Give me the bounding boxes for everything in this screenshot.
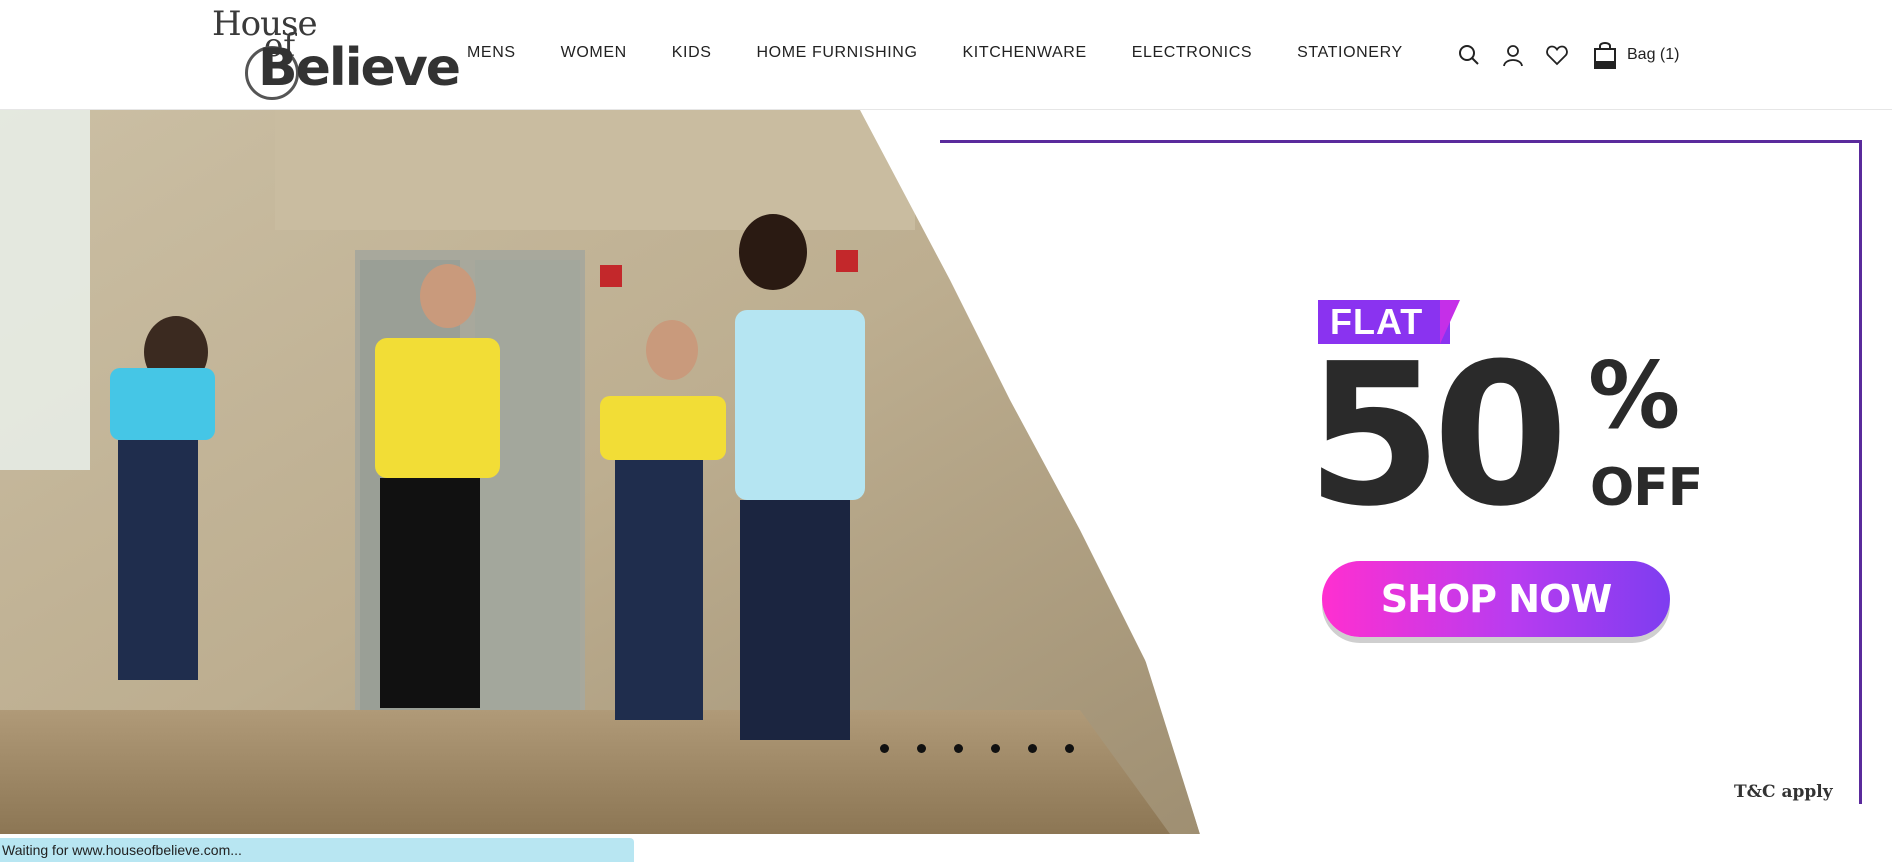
- carousel-dot-4[interactable]: [991, 744, 1000, 753]
- off-label: OFF: [1590, 458, 1703, 518]
- nav-item-mens[interactable]: MENS: [467, 44, 516, 62]
- shop-now-button[interactable]: SHOP NOW: [1322, 561, 1670, 637]
- browser-status-bar: Waiting for www.houseofbelieve.com...: [0, 838, 634, 862]
- carousel-dot-6[interactable]: [1065, 744, 1074, 753]
- logo-text-believe: Believe: [258, 38, 461, 98]
- nav-item-kitchenware[interactable]: KITCHENWARE: [963, 44, 1087, 62]
- site-header: House of Believe MENS WOMEN KIDS HOME FU…: [0, 0, 1892, 110]
- search-icon[interactable]: [1455, 41, 1483, 69]
- nav-item-stationery[interactable]: STATIONERY: [1297, 44, 1403, 62]
- carousel-dots: [880, 744, 1102, 753]
- carousel-dot-3[interactable]: [954, 744, 963, 753]
- bag-icon: [1591, 41, 1619, 69]
- header-tools: Bag (1): [1455, 38, 1679, 72]
- discount-value: 50: [1306, 322, 1569, 550]
- heart-icon[interactable]: [1543, 41, 1571, 69]
- nav-item-home-furnishing[interactable]: HOME FURNISHING: [757, 44, 918, 62]
- percent-symbol: %: [1588, 342, 1681, 449]
- bag-count-label: Bag (1): [1627, 46, 1680, 63]
- user-icon[interactable]: [1499, 41, 1527, 69]
- bag-link[interactable]: Bag (1): [1591, 41, 1679, 69]
- carousel-dot-1[interactable]: [880, 744, 889, 753]
- carousel-dot-5[interactable]: [1028, 744, 1037, 753]
- site-logo[interactable]: House of Believe: [212, 4, 461, 102]
- terms-note: T&C apply: [1734, 782, 1833, 802]
- nav-item-women[interactable]: WOMEN: [561, 44, 627, 62]
- nav-item-electronics[interactable]: ELECTRONICS: [1132, 44, 1252, 62]
- nav-item-kids[interactable]: KIDS: [672, 44, 712, 62]
- hero-banner[interactable]: FLAT 50 % OFF SHOP NOW T&C apply: [0, 110, 1892, 834]
- carousel-dot-2[interactable]: [917, 744, 926, 753]
- main-nav: MENS WOMEN KIDS HOME FURNISHING KITCHENW…: [467, 44, 1448, 62]
